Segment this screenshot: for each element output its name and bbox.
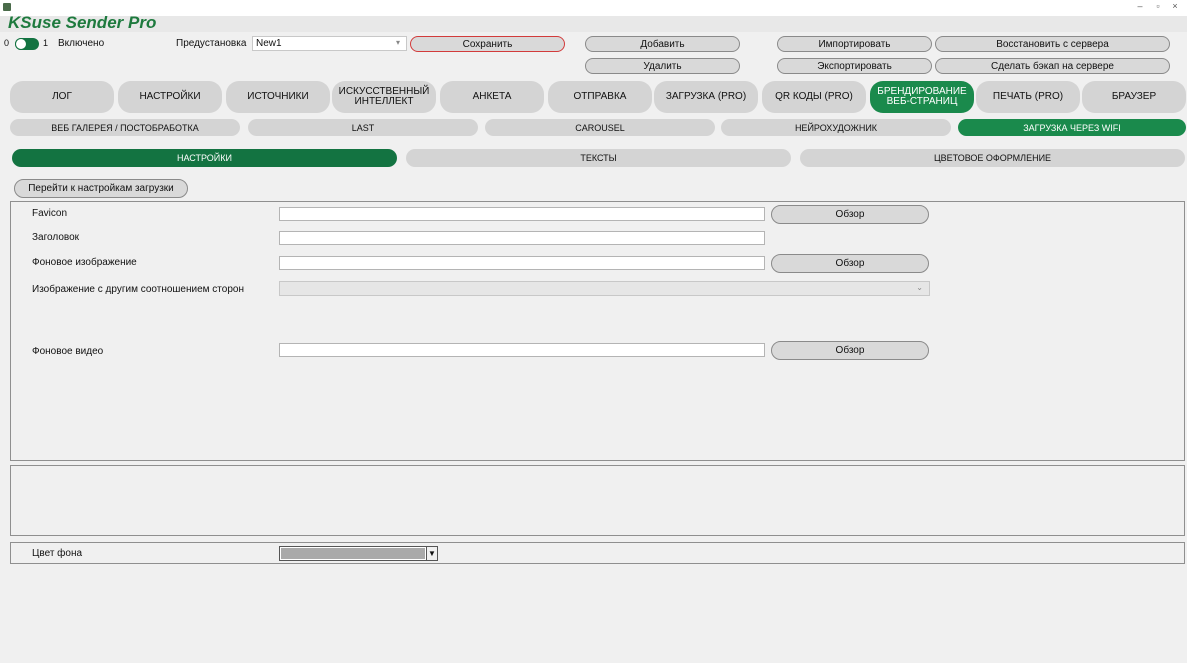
enabled-label: Включено [58,38,105,49]
restore-icon[interactable]: ▫ [1151,1,1165,11]
tab-sending[interactable]: ОТПРАВКА [548,81,652,113]
tab-settings[interactable]: НАСТРОЙКИ [118,81,222,113]
preset-value: New1 [256,38,282,49]
bg-color-panel [10,542,1185,564]
section-tab-texts[interactable]: ТЕКСТЫ [406,149,791,167]
section-tab-settings[interactable]: НАСТРОЙКИ [12,149,397,167]
tab-web-branding[interactable]: БРЕНДИРОВАНИЕ ВЕБ-СТРАНИЦ [870,81,974,113]
bg-image-label: Фоновое изображение [32,257,137,268]
favicon-label: Favicon [32,208,68,219]
header-strip [0,16,1187,32]
tab-ai[interactable]: ИСКУССТВЕННЫЙ ИНТЕЛЛЕКТ [332,81,436,113]
delete-button[interactable]: Удалить [585,58,740,74]
bg-video-browse-button[interactable]: Обзор [771,341,929,360]
close-icon[interactable]: × [1168,1,1182,11]
subtab-last[interactable]: LAST [248,119,478,136]
favicon-browse-button[interactable]: Обзор [771,205,929,224]
bg-video-label: Фоновое видео [32,346,104,357]
tab-browser[interactable]: БРАУЗЕР [1082,81,1186,113]
subtab-web-gallery[interactable]: ВЕБ ГАЛЕРЕЯ / ПОСТОБРАБОТКА [10,119,240,136]
subtab-wifi-upload[interactable]: ЗАГРУЗКА ЧЕРЕЗ WIFI [958,119,1186,136]
tab-print-pro[interactable]: ПЕЧАТЬ (PRO) [976,81,1080,113]
save-button[interactable]: Сохранить [410,36,565,52]
export-button[interactable]: Экспортировать [777,58,932,74]
favicon-input[interactable] [279,207,765,221]
toggle-on-label: 1 [43,38,49,48]
goto-upload-settings-button[interactable]: Перейти к настройкам загрузки [14,179,188,198]
toggle-off-label: 0 [4,38,10,48]
title-label: Заголовок [32,232,80,243]
bg-color-swatch [281,548,425,559]
bg-color-label: Цвет фона [32,548,83,559]
window-titlebar [0,0,1187,16]
toggle-knob [15,38,27,50]
section-tab-colors[interactable]: ЦВЕТОВОЕ ОФОРМЛЕНИЕ [800,149,1185,167]
backup-to-server-button[interactable]: Сделать бэкап на сервере [935,58,1170,74]
chevron-down-icon: ▾ [395,38,400,47]
bg-video-input[interactable] [279,343,765,357]
restore-from-server-button[interactable]: Восстановить с сервера [935,36,1170,52]
tab-upload-pro[interactable]: ЗАГРУЗКА (PRO) [654,81,758,113]
subtab-neuro-artist[interactable]: НЕЙРОХУДОЖНИК [721,119,951,136]
app-title: KSuse Sender Pro [8,13,157,32]
subtab-carousel[interactable]: CAROUSEL [485,119,715,136]
chevron-down-icon[interactable]: ▼ [426,547,437,560]
tab-survey[interactable]: АНКЕТА [440,81,544,113]
bg-color-picker[interactable]: ▼ [279,546,438,561]
import-button[interactable]: Импортировать [777,36,932,52]
preview-panel [10,465,1185,536]
alt-ratio-image-label: Изображение с другим соотношением сторон [32,284,244,295]
tab-sources[interactable]: ИСТОЧНИКИ [226,81,330,113]
bg-image-browse-button[interactable]: Обзор [771,254,929,273]
preset-select[interactable]: New1 ▾ [252,36,407,51]
preset-label: Предустановка [176,38,247,49]
alt-ratio-image-select[interactable]: ⌄ [279,281,930,296]
app-icon [3,3,11,11]
tab-log[interactable]: ЛОГ [10,81,114,113]
tab-qr-codes-pro[interactable]: QR КОДЫ (PRO) [762,81,866,113]
minimize-icon[interactable]: – [1133,1,1147,11]
add-button[interactable]: Добавить [585,36,740,52]
title-input[interactable] [279,231,765,245]
bg-image-input[interactable] [279,256,765,270]
chevron-down-icon: ⌄ [916,283,923,292]
